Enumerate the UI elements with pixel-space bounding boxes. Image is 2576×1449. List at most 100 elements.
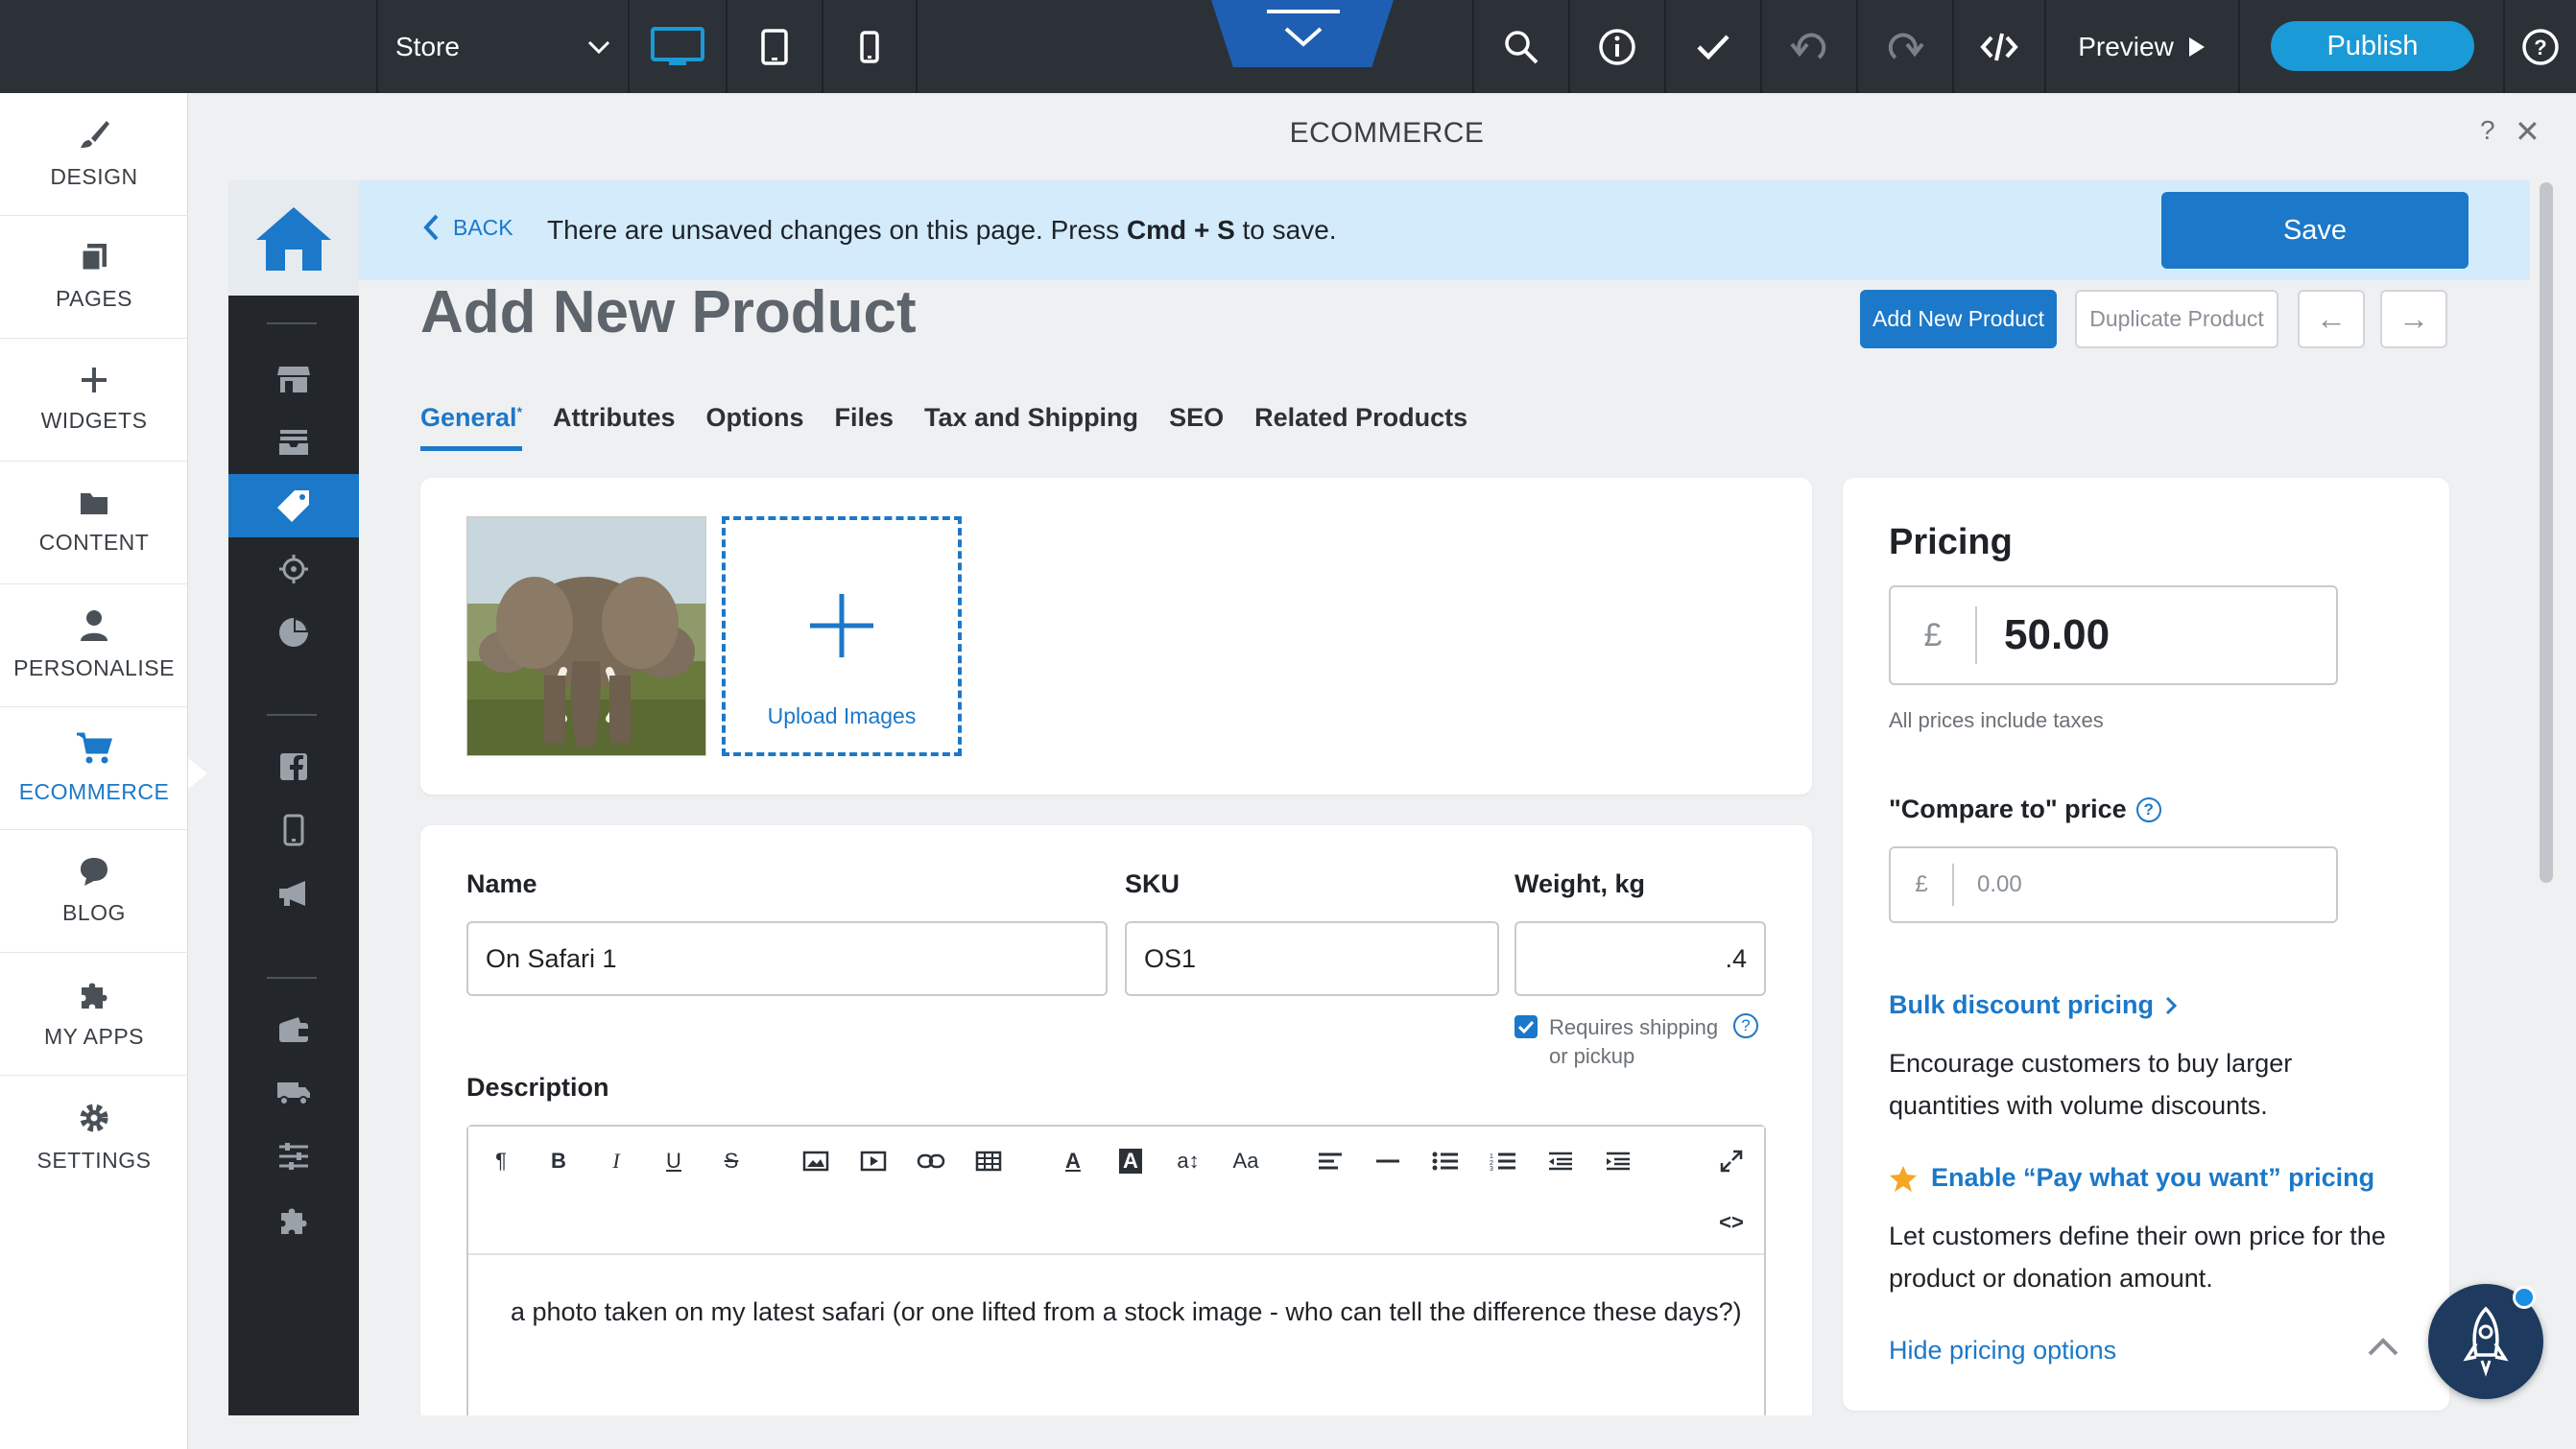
requires-shipping-checkbox[interactable] [1515,1015,1538,1038]
rail-facebook[interactable] [228,735,359,798]
help-icon[interactable]: ? [2135,796,2161,822]
indent-button[interactable] [1599,1142,1637,1180]
redo-button[interactable] [1858,0,1952,93]
store-select-label: Store [395,31,460,61]
font-size-icon: a↕ [1177,1149,1200,1173]
rail-payments[interactable] [228,998,359,1061]
bulk-discount-link[interactable]: Bulk discount pricing [1889,990,2178,1020]
collapse-toolbar-tab[interactable] [1211,0,1394,67]
chat-icon [81,858,107,886]
sidebar-item-my-apps[interactable]: MY APPS [0,953,188,1076]
sidebar-item-content[interactable]: CONTENT [0,462,188,584]
sidebar-item-label: MY APPS [43,1024,145,1049]
tab-tax-and-shipping[interactable]: Tax and Shipping [924,403,1138,451]
search-button[interactable] [1474,0,1568,93]
chevron-up-icon[interactable] [2367,1336,2399,1357]
bold-button[interactable]: B [539,1142,578,1180]
tab-files[interactable]: Files [835,403,894,451]
sidebar-item-pages[interactable]: PAGES [0,216,188,339]
scrollbar[interactable] [2540,182,2553,883]
insert-link-button[interactable] [912,1142,950,1180]
description-text[interactable]: a photo taken on my latest safari (or on… [511,1297,1742,1327]
gear-icon [80,1104,108,1131]
info-button[interactable] [1570,0,1664,93]
rail-shipping[interactable] [228,1061,359,1125]
align-button[interactable] [1311,1142,1349,1180]
code-button[interactable] [1954,0,2044,93]
mobile-view-button[interactable] [823,0,916,93]
image-icon [802,1151,829,1172]
desktop-view-button[interactable] [630,0,726,93]
help-button[interactable]: ? [2505,0,2576,93]
save-button[interactable]: Save [2161,192,2469,269]
code-view-button[interactable]: <> [1712,1203,1751,1242]
sidebar-item-settings[interactable]: SETTINGS [0,1076,188,1199]
help-icon[interactable]: ? [1733,1013,1758,1038]
store-home-button[interactable] [228,180,359,296]
rail-mobile[interactable] [228,798,359,862]
sidebar-item-widgets[interactable]: WIDGETS [0,339,188,462]
rail-apps[interactable] [228,1188,359,1251]
sidebar-item-personalise[interactable]: PERSONALISE [0,584,188,707]
underline-icon: U [666,1149,681,1173]
previous-product-button[interactable]: ← [2298,290,2365,348]
back-button[interactable]: BACK [422,213,513,242]
add-new-product-button[interactable]: Add New Product [1860,290,2057,348]
bulleted-list-button[interactable] [1426,1142,1465,1180]
text-color-button[interactable]: A [1054,1142,1092,1180]
upload-images-button[interactable]: Upload Images [722,516,962,756]
sidebar-item-ecommerce[interactable]: ECOMMERCE [0,707,188,830]
strikethrough-button[interactable]: S [712,1142,751,1180]
check-button[interactable] [1666,0,1760,93]
duplicate-product-button[interactable]: Duplicate Product [2075,290,2278,348]
rail-settings[interactable] [228,1125,359,1188]
numbered-list-button[interactable]: 123 [1484,1142,1522,1180]
name-field[interactable]: On Safari 1 [466,921,1108,996]
sidebar-item-label: DESIGN [50,164,138,189]
video-icon [860,1151,887,1172]
rail-products[interactable] [228,474,359,537]
undo-button[interactable] [1762,0,1856,93]
close-icon[interactable]: ✕ [2515,113,2540,150]
compare-price-field[interactable]: £ 0.00 [1889,846,2338,923]
paragraph-format-button[interactable]: ¶ [482,1142,520,1180]
rail-marketing[interactable] [228,537,359,601]
pay-what-you-want-link[interactable]: Enable “Pay what you want” pricing [1889,1163,2374,1193]
tab-options[interactable]: Options [706,403,804,451]
hide-pricing-options-link[interactable]: Hide pricing options [1889,1336,2116,1366]
sku-field[interactable]: OS1 [1125,921,1499,996]
tab-seo[interactable]: SEO [1169,403,1224,451]
price-field[interactable]: £ 50.00 [1889,585,2338,685]
sidebar-item-design[interactable]: DESIGN [0,93,188,216]
insert-table-button[interactable] [969,1142,1008,1180]
preview-button[interactable]: Preview [2046,0,2238,93]
insert-image-button[interactable] [797,1142,835,1180]
store-select[interactable]: Store [378,0,628,93]
background-color-button[interactable]: A [1111,1142,1150,1180]
rail-orders[interactable] [228,411,359,474]
font-family-button[interactable]: Aa [1227,1142,1265,1180]
font-size-button[interactable]: a↕ [1169,1142,1207,1180]
sidebar-item-blog[interactable]: BLOG [0,830,188,953]
rail-reports[interactable] [228,601,359,664]
font-family-icon: Aa [1232,1149,1259,1173]
fullscreen-button[interactable] [1712,1142,1751,1180]
rail-promotions[interactable] [228,862,359,925]
product-image-thumbnail[interactable] [466,516,706,756]
publish-button[interactable]: Publish [2271,21,2474,71]
tab-general[interactable]: General* [420,403,523,451]
tab-attributes[interactable]: Attributes [553,403,676,451]
underline-button[interactable]: U [655,1142,693,1180]
italic-button[interactable]: I [597,1142,635,1180]
notice-shortcut: Cmd + S [1126,215,1235,245]
tab-related-products[interactable]: Related Products [1254,403,1467,451]
rail-storefront[interactable] [228,347,359,411]
horizontal-rule-button[interactable] [1369,1142,1407,1180]
insert-video-button[interactable] [854,1142,893,1180]
panel-help-button[interactable]: ? [2480,115,2495,146]
text-color-icon: A [1065,1149,1081,1173]
tablet-view-button[interactable] [727,0,822,93]
next-product-button[interactable]: → [2380,290,2447,348]
weight-field[interactable]: .4 [1515,921,1766,996]
outdent-button[interactable] [1541,1142,1580,1180]
